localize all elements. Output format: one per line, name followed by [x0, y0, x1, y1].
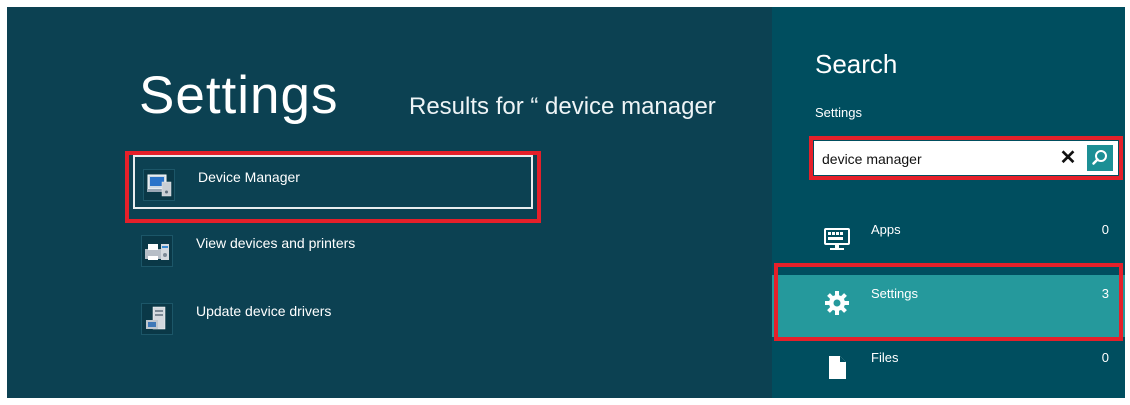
- scope-item-apps[interactable]: Apps 0: [772, 211, 1125, 273]
- file-icon: [819, 349, 854, 384]
- result-device-manager[interactable]: Device Manager: [133, 155, 533, 209]
- search-box: ✕: [814, 141, 1118, 175]
- search-scope-label: Settings: [815, 105, 862, 120]
- page-title: Settings: [139, 66, 339, 125]
- result-label: Device Manager: [198, 169, 300, 185]
- scope-count: 0: [1101, 222, 1109, 237]
- results-area: Settings Results for “ device manager De…: [7, 7, 772, 398]
- search-input[interactable]: [820, 143, 1054, 175]
- scope-label: Files: [871, 350, 899, 365]
- update-drivers-icon: [141, 303, 173, 335]
- devices-printers-icon: [141, 235, 173, 267]
- device-manager-icon: [143, 169, 175, 201]
- results-query-caption: Results for “ device manager: [409, 93, 716, 120]
- scope-count: 0: [1101, 350, 1109, 365]
- result-label: View devices and printers: [196, 235, 356, 251]
- search-icon: [1092, 150, 1107, 165]
- scope-item-files[interactable]: Files 0: [772, 339, 1125, 398]
- apps-keyboard-icon: [819, 221, 854, 256]
- scope-label: Settings: [871, 286, 918, 301]
- search-pane: Search Settings ✕: [772, 7, 1125, 398]
- windows-search-screen: Settings Results for “ device manager De…: [7, 7, 1125, 398]
- search-pane-title: Search: [815, 49, 898, 79]
- gear-icon: [819, 285, 854, 320]
- result-view-devices-printers[interactable]: View devices and printers: [133, 223, 533, 277]
- scope-item-settings[interactable]: Settings 3: [772, 275, 1125, 337]
- search-button[interactable]: [1087, 145, 1113, 171]
- result-update-device-drivers[interactable]: Update device drivers: [133, 291, 533, 345]
- scope-label: Apps: [871, 222, 901, 237]
- scope-count: 3: [1101, 286, 1109, 301]
- result-label: Update device drivers: [196, 303, 332, 319]
- clear-search-button[interactable]: ✕: [1057, 145, 1079, 171]
